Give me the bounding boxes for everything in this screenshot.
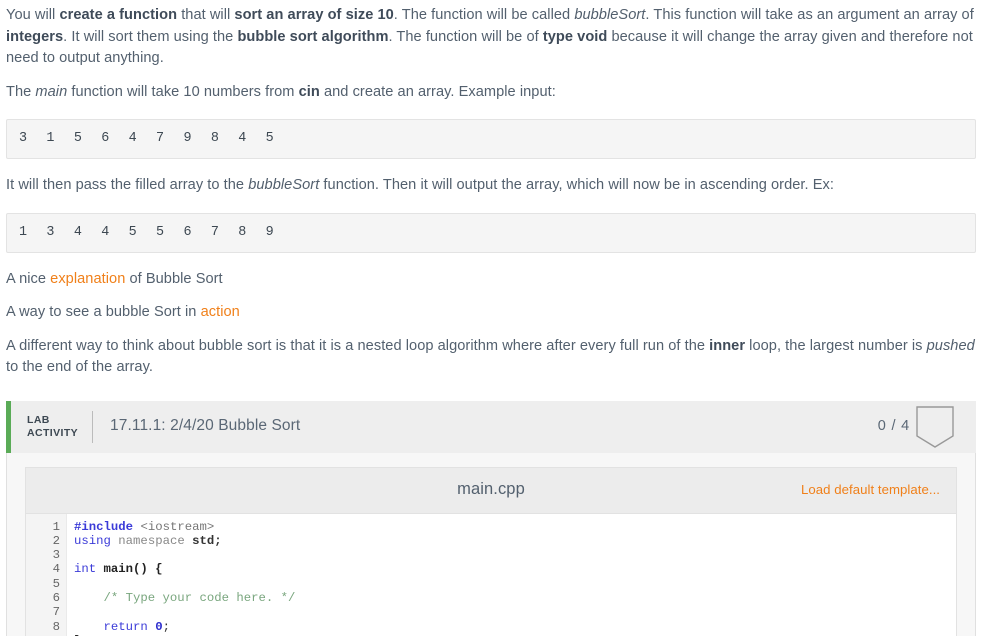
code-line: return 0; bbox=[74, 620, 956, 634]
code-editor-card: main.cpp Load default template... 123456… bbox=[25, 466, 957, 636]
line-number: 2 bbox=[52, 533, 60, 548]
text-run: A nice bbox=[6, 270, 51, 287]
code-line: using namespace std; bbox=[74, 534, 956, 548]
inline-link[interactable]: action bbox=[201, 304, 240, 320]
lab-score-value: 0 / 4 bbox=[877, 418, 910, 435]
code-line: /* Type your code here. */ bbox=[74, 591, 956, 605]
lab-page: You will create a function that will sor… bbox=[0, 0, 984, 636]
emphasis-italic: bubbleSort bbox=[248, 177, 320, 193]
emphasis-strong: cin bbox=[298, 83, 320, 100]
code-text-body[interactable]: #include <iostream> using namespace std; … bbox=[66, 513, 956, 636]
text-run: . It will sort them using the bbox=[63, 28, 238, 45]
text-run: . The function will be called bbox=[393, 7, 575, 23]
emphasis-strong: create a function bbox=[59, 7, 178, 23]
code-line: #include <iostream> bbox=[74, 520, 956, 534]
load-default-template-link[interactable]: Load default template... bbox=[801, 480, 940, 500]
emphasis-strong: bubble sort algorithm bbox=[237, 28, 389, 45]
code-area[interactable]: 12345678910 #include <iostream>using nam… bbox=[26, 513, 956, 636]
line-number: 7 bbox=[52, 605, 60, 620]
text-run: and create an array. Example input: bbox=[319, 83, 556, 100]
paragraph-action-link: A way to see a bubble Sort in action bbox=[0, 296, 984, 330]
code-token: std; bbox=[192, 533, 222, 548]
code-token: using bbox=[74, 533, 111, 548]
line-number: 5 bbox=[52, 576, 60, 591]
example-output-box: 1 3 4 4 5 5 6 7 8 9 bbox=[6, 212, 976, 253]
paragraph-pass-array: It will then pass the filled array to th… bbox=[0, 169, 984, 203]
text-run: that will bbox=[177, 7, 235, 23]
code-token: <iostream> bbox=[140, 519, 215, 534]
text-run: . The function will be of bbox=[388, 28, 543, 45]
emphasis-strong: inner bbox=[709, 337, 746, 354]
emphasis-strong: type void bbox=[542, 28, 608, 45]
code-token: int bbox=[74, 562, 97, 577]
emphasis-strong: integers bbox=[6, 28, 64, 45]
text-run: . This function will take as an argument… bbox=[645, 7, 974, 23]
code-token: ; bbox=[162, 619, 170, 634]
lab-activity-header: LAB ACTIVITY 17.11.1: 2/4/20 Bubble Sort… bbox=[6, 400, 976, 453]
code-token: namespace bbox=[118, 533, 185, 548]
text-run: A way to see a bubble Sort in bbox=[6, 304, 201, 320]
code-token: 0 bbox=[155, 619, 163, 634]
text-run: function. Then it will output the array,… bbox=[319, 177, 834, 193]
emphasis-strong: sort an array of size 10 bbox=[234, 7, 394, 23]
lab-activity-tag: LAB ACTIVITY bbox=[11, 401, 92, 453]
code-editor-toolbar: main.cpp Load default template... bbox=[26, 467, 956, 514]
text-run: to the end of the array. bbox=[6, 359, 153, 375]
lab-score-area: 0 / 4 bbox=[878, 401, 976, 453]
code-token: /* Type your code here. */ bbox=[74, 590, 296, 605]
text-run: The bbox=[6, 83, 36, 100]
lab-header-spacer bbox=[300, 401, 877, 453]
text-run: function will take 10 numbers from bbox=[67, 83, 299, 100]
line-number-gutter: 12345678910 bbox=[26, 513, 66, 636]
code-token: return bbox=[103, 619, 148, 634]
lab-activity-title: 17.11.1: 2/4/20 Bubble Sort bbox=[110, 417, 301, 435]
score-badge-icon[interactable] bbox=[916, 405, 954, 448]
emphasis-italic: pushed bbox=[926, 337, 975, 354]
paragraph-explanation-link: A nice explanation of Bubble Sort bbox=[0, 263, 984, 297]
text-run: You will bbox=[6, 7, 60, 23]
text-run: It will then pass the filled array to th… bbox=[6, 177, 249, 193]
text-run: A different way to think about bubble so… bbox=[6, 337, 710, 354]
example-input-box: 3 1 5 6 4 7 9 8 4 5 bbox=[6, 119, 976, 159]
line-number: 4 bbox=[52, 562, 60, 577]
text-run: loop, the largest number is bbox=[745, 337, 927, 354]
line-number: 8 bbox=[52, 619, 60, 634]
code-editor-container: main.cpp Load default template... 123456… bbox=[6, 452, 976, 636]
code-token: main() { bbox=[103, 562, 163, 577]
line-number: 6 bbox=[52, 590, 60, 605]
lab-tag-line1: LAB bbox=[27, 413, 50, 426]
emphasis-italic: bubbleSort bbox=[574, 7, 646, 23]
text-run: of Bubble Sort bbox=[125, 270, 223, 287]
paragraph-main-input: The main function will take 10 numbers f… bbox=[0, 76, 984, 110]
paragraph-nested-loop: A different way to think about bubble so… bbox=[0, 330, 984, 385]
inline-link[interactable]: explanation bbox=[50, 271, 125, 287]
lab-activity-section: LAB ACTIVITY 17.11.1: 2/4/20 Bubble Sort… bbox=[6, 400, 976, 636]
emphasis-italic: main bbox=[35, 83, 68, 100]
line-number: 1 bbox=[52, 519, 60, 534]
code-token: #include bbox=[74, 519, 134, 534]
code-line: int main() { bbox=[74, 562, 956, 576]
paragraph-intro: You will create a function that will sor… bbox=[0, 0, 984, 76]
lab-tag-line2: ACTIVITY bbox=[27, 426, 79, 439]
line-number: 3 bbox=[52, 548, 60, 563]
